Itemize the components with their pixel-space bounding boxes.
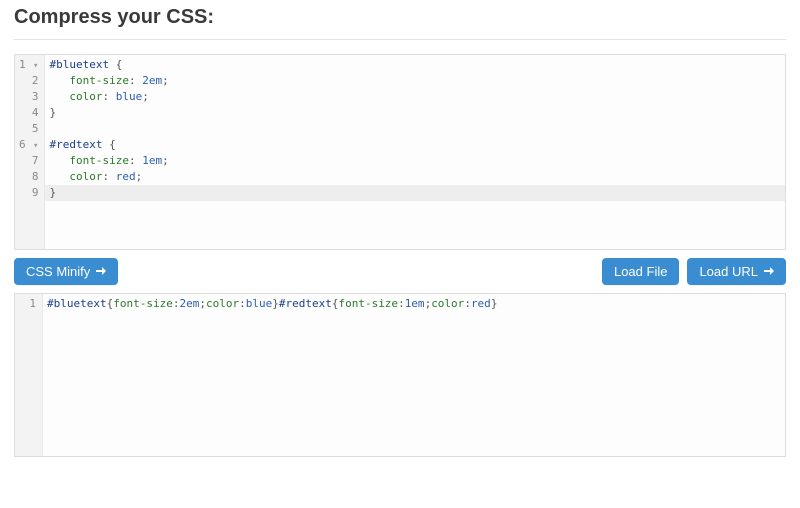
line-number: 4 (19, 105, 38, 121)
css-minify-label: CSS Minify (26, 264, 90, 279)
code-line[interactable]: #bluetext { (49, 57, 781, 73)
line-number: 1 (19, 296, 36, 312)
code-line[interactable]: font-size: 2em; (49, 73, 781, 89)
load-file-label: Load File (614, 264, 667, 279)
page-title: Compress your CSS: (14, 6, 786, 29)
code-line[interactable]: } (45, 185, 785, 201)
arrow-right-icon (96, 264, 106, 279)
line-number: 5 (19, 121, 38, 137)
line-number: 2 (19, 73, 38, 89)
line-number: 1 ▾ (19, 57, 38, 73)
line-number: 6 ▾ (19, 137, 38, 153)
code-line[interactable]: #redtext { (49, 137, 781, 153)
line-number: 8 (19, 169, 38, 185)
page-container: Compress your CSS: 1 ▾23456 ▾789 #bluete… (0, 0, 800, 467)
css-input-editor[interactable]: 1 ▾23456 ▾789 #bluetext { font-size: 2em… (14, 54, 786, 250)
fold-marker-icon[interactable]: ▾ (26, 61, 39, 71)
input-gutter: 1 ▾23456 ▾789 (15, 55, 45, 249)
input-code[interactable]: #bluetext { font-size: 2em; color: blue;… (45, 55, 785, 249)
code-line[interactable]: color: red; (49, 169, 781, 185)
code-line[interactable]: } (49, 105, 781, 121)
output-code: #bluetext{font-size:2em;color:blue}#redt… (43, 294, 785, 456)
css-output-editor[interactable]: 1 #bluetext{font-size:2em;color:blue}#re… (14, 293, 786, 457)
code-line[interactable]: #bluetext{font-size:2em;color:blue}#redt… (47, 296, 781, 312)
button-row: CSS Minify Load File Load URL (14, 250, 786, 293)
code-line[interactable] (49, 121, 781, 137)
output-gutter: 1 (15, 294, 43, 456)
divider (14, 39, 786, 40)
load-url-button[interactable]: Load URL (687, 258, 786, 285)
line-number: 9 (19, 185, 38, 201)
line-number: 7 (19, 153, 38, 169)
css-minify-button[interactable]: CSS Minify (14, 258, 118, 285)
fold-marker-icon[interactable]: ▾ (26, 141, 39, 151)
code-line[interactable]: font-size: 1em; (49, 153, 781, 169)
code-line[interactable]: color: blue; (49, 89, 781, 105)
line-number: 3 (19, 89, 38, 105)
arrow-right-icon (764, 264, 774, 279)
load-file-button[interactable]: Load File (602, 258, 679, 285)
load-url-label: Load URL (699, 264, 758, 279)
